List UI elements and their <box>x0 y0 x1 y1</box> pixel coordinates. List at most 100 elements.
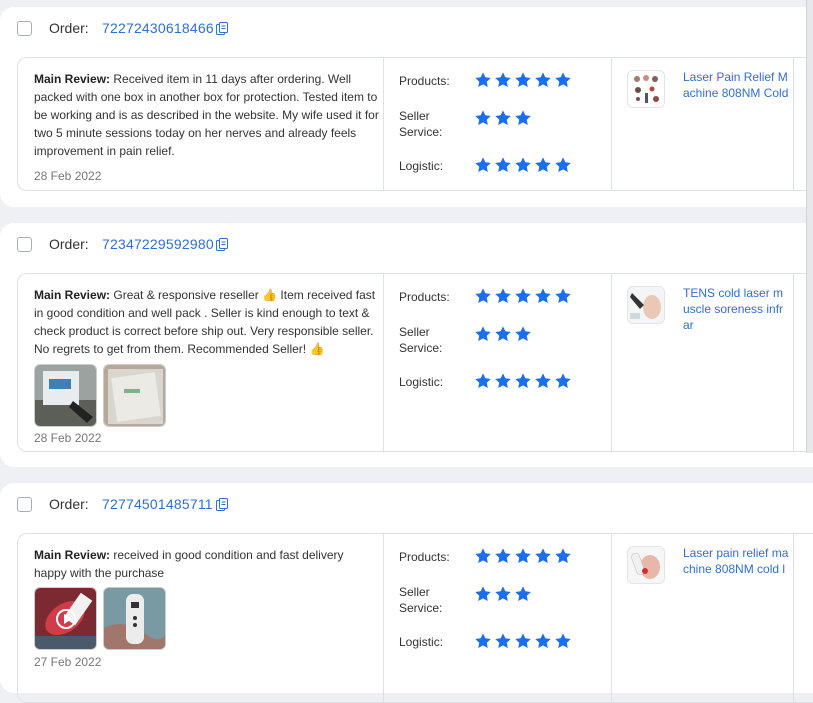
products-stars <box>474 71 572 89</box>
review-date: 28 Feb 2022 <box>34 169 102 183</box>
play-icon[interactable] <box>56 609 76 629</box>
scrollbar[interactable] <box>806 0 813 453</box>
star-icon <box>475 586 491 602</box>
order-number-link[interactable]: 72774501485711 <box>102 496 213 512</box>
seller-service-rating-label: Seller Service: <box>399 585 443 615</box>
main-review-label: Main Review: <box>34 72 111 86</box>
seller-service-stars <box>474 325 532 343</box>
copy-icon[interactable] <box>216 238 228 251</box>
star-icon <box>475 110 491 126</box>
review-video[interactable] <box>34 587 97 650</box>
star-icon <box>535 288 551 304</box>
star-icon <box>475 72 491 88</box>
star-icon <box>495 157 511 173</box>
logistic-rating-label: Logistic: <box>399 375 444 389</box>
review-column: Main Review: Great & responsive reseller… <box>18 274 384 451</box>
review-text: Main Review: Great & responsive reseller… <box>34 286 379 358</box>
star-icon <box>555 373 571 389</box>
copy-icon[interactable] <box>216 22 228 35</box>
products-stars <box>474 287 572 305</box>
products-rating-label: Products: <box>399 290 450 304</box>
ratings-column: Products: Seller Service: Logistic: <box>383 58 612 190</box>
product-name-link[interactable]: Laser pain relief machine 808NM cold l <box>683 545 789 577</box>
seller-service-rating-label: Seller Service: <box>399 109 443 139</box>
star-icon <box>515 288 531 304</box>
order-number-link[interactable]: 72272430618466 <box>102 20 214 36</box>
review-photo[interactable] <box>103 587 166 650</box>
seller-service-rating-label: Seller Service: <box>399 325 443 355</box>
copy-icon[interactable] <box>216 498 228 511</box>
star-icon <box>495 586 511 602</box>
star-icon <box>515 157 531 173</box>
logistic-rating-label: Logistic: <box>399 159 444 173</box>
star-icon <box>535 548 551 564</box>
star-icon <box>475 548 491 564</box>
product-column: TENS cold laser muscle soreness infrar <box>611 274 794 451</box>
product-column: Laser pain relief machine 808NM cold l <box>611 534 794 702</box>
star-icon <box>535 72 551 88</box>
order-header: Order: 72347229592980 <box>0 223 813 277</box>
review-date: 28 Feb 2022 <box>34 431 102 445</box>
star-icon <box>515 633 531 649</box>
star-icon <box>555 72 571 88</box>
order-checkbox[interactable] <box>17 21 32 36</box>
review-column: Main Review: Received item in 11 days af… <box>18 58 384 190</box>
main-review-label: Main Review: <box>34 548 111 562</box>
review-photo[interactable] <box>103 364 166 427</box>
product-thumbnail[interactable] <box>627 546 665 584</box>
order-header: Order: 72774501485711 <box>0 483 813 537</box>
logistic-rating-label: Logistic: <box>399 635 444 649</box>
products-rating-label: Products: <box>399 74 450 88</box>
product-column: Laser Pain Relief Machine 808NM Cold <box>611 58 794 190</box>
main-review-label: Main Review: <box>34 288 111 302</box>
order-card: Order: 72774501485711 Main Review: recei… <box>0 483 813 703</box>
star-icon <box>515 586 531 602</box>
review-box: Main Review: received in good condition … <box>17 533 813 703</box>
review-box: Main Review: Received item in 11 days af… <box>17 57 813 191</box>
order-checkbox[interactable] <box>17 497 32 512</box>
review-photos <box>34 364 166 427</box>
order-checkbox[interactable] <box>17 237 32 252</box>
star-icon <box>535 633 551 649</box>
logistic-stars <box>474 156 572 174</box>
star-icon <box>495 288 511 304</box>
seller-service-stars <box>474 585 532 603</box>
product-name-link[interactable]: Laser Pain Relief Machine 808NM Cold <box>683 69 789 101</box>
thumbs-up-icon: 👍 <box>309 342 325 356</box>
review-column: Main Review: received in good condition … <box>18 534 384 702</box>
star-icon <box>475 373 491 389</box>
product-thumbnail[interactable] <box>627 286 665 324</box>
product-name-link[interactable]: TENS cold laser muscle soreness infrar <box>683 285 789 333</box>
order-label: Order: <box>49 236 89 252</box>
star-icon <box>515 110 531 126</box>
review-text: Main Review: Received item in 11 days af… <box>34 70 379 160</box>
star-icon <box>475 157 491 173</box>
seller-service-stars <box>474 109 532 127</box>
star-icon <box>555 633 571 649</box>
star-icon <box>495 548 511 564</box>
star-icon <box>495 110 511 126</box>
product-thumbnail[interactable] <box>627 70 665 108</box>
logistic-stars <box>474 632 572 650</box>
order-card: Order: 72272430618466 Main Review: Recei… <box>0 7 813 207</box>
star-icon <box>535 373 551 389</box>
order-number-link[interactable]: 72347229592980 <box>102 236 214 252</box>
star-icon <box>515 548 531 564</box>
logistic-stars <box>474 372 572 390</box>
star-icon <box>515 72 531 88</box>
review-photos <box>34 587 166 650</box>
star-icon <box>515 326 531 342</box>
order-card: Order: 72347229592980 Main Review: Great… <box>0 223 813 467</box>
star-icon <box>475 288 491 304</box>
ratings-column: Products: Seller Service: Logistic: <box>383 274 612 451</box>
order-header: Order: 72272430618466 <box>0 7 813 61</box>
review-photo[interactable] <box>34 364 97 427</box>
review-date: 27 Feb 2022 <box>34 655 102 669</box>
thumbs-up-icon: 👍 <box>262 288 278 302</box>
products-rating-label: Products: <box>399 550 450 564</box>
star-icon <box>495 633 511 649</box>
review-box: Main Review: Great & responsive reseller… <box>17 273 813 452</box>
products-stars <box>474 547 572 565</box>
star-icon <box>535 157 551 173</box>
review-body-part-1: Great & responsive reseller <box>113 288 259 302</box>
